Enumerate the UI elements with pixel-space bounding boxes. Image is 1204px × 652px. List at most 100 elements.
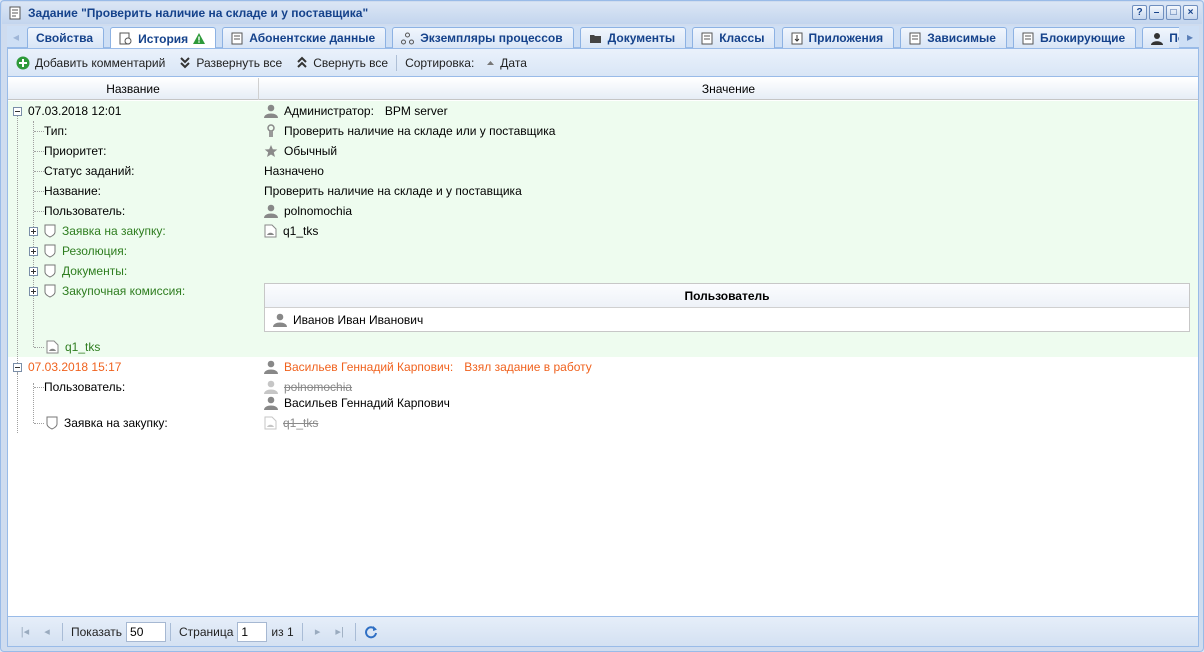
tab-blocking[interactable]: Блокирующие <box>1013 27 1137 48</box>
toolbar: Добавить комментарий Развернуть все Свер… <box>8 49 1198 77</box>
file-icon <box>264 416 277 430</box>
tab-scroll-right-icon[interactable]: ▸ <box>1181 26 1199 48</box>
history-row-purchase-request[interactable]: Заявка на закупку: q1_tks <box>8 221 1198 241</box>
tab-documents[interactable]: Документы <box>579 27 687 48</box>
tab-label: Абонентские данные <box>249 31 376 45</box>
tab-subscriber-data[interactable]: Абонентские данные <box>222 27 387 48</box>
prev-page-icon[interactable]: ◂ <box>36 622 58 642</box>
collapse-toggle-icon[interactable] <box>13 106 22 116</box>
file-icon <box>264 224 277 238</box>
history-row-priority: Приоритет: Обычный <box>8 141 1198 161</box>
history-row-date[interactable]: 07.03.2018 15:17 Васильев Геннадий Карпо… <box>8 357 1198 377</box>
tab-bar: ◂ Свойства История Абонентские данные Эк… <box>7 26 1199 48</box>
expand-toggle-icon[interactable] <box>29 246 38 256</box>
help-button[interactable]: ? <box>1132 5 1147 20</box>
pager-separator <box>170 622 172 641</box>
field-value: Проверить наличие на складе и у поставщи… <box>264 184 522 198</box>
history-row-user: Пользователь: polnomochia <box>8 201 1198 221</box>
task-icon <box>8 6 22 20</box>
field-label: Документы: <box>62 264 128 278</box>
sort-field-label: Дата <box>500 55 527 70</box>
subgrid-row[interactable]: Иванов Иван Иванович <box>265 308 1189 332</box>
pager-separator <box>301 622 303 641</box>
field-label: Пользователь: <box>44 380 126 394</box>
tab-dependent[interactable]: Зависимые <box>900 27 1007 48</box>
column-header-value[interactable]: Значение <box>259 78 1198 100</box>
field-label: Статус заданий: <box>44 164 135 178</box>
history-tree: 07.03.2018 12:01 Администратор: BPM serv… <box>8 101 1198 616</box>
expand-toggle-icon[interactable] <box>29 226 38 236</box>
entry-author-label: Администратор: <box>284 104 374 118</box>
history-row-name: Название: Проверить наличие на складе и … <box>8 181 1198 201</box>
history-row-file[interactable]: q1_tks <box>8 337 1198 357</box>
sort-label: Сортировка: <box>405 55 475 70</box>
sort-date-button[interactable]: Дата <box>486 56 527 70</box>
tab-label: Приложения <box>808 31 884 45</box>
document-icon <box>231 32 243 45</box>
last-page-icon[interactable]: ▸| <box>329 622 351 642</box>
close-button[interactable]: × <box>1183 5 1198 20</box>
minimize-button[interactable]: – <box>1149 5 1164 20</box>
expand-all-button[interactable]: Развернуть все <box>179 56 282 70</box>
expand-toggle-icon[interactable] <box>29 266 38 276</box>
history-icon <box>119 32 132 45</box>
page-number-input[interactable] <box>237 621 268 642</box>
shield-icon <box>44 244 56 258</box>
column-header-name[interactable]: Название <box>8 78 259 100</box>
entry-date: 07.03.2018 15:17 <box>28 360 122 374</box>
tabs: Свойства История Абонентские данные Экзе… <box>27 27 1179 48</box>
tab-scroll-left-icon[interactable]: ◂ <box>7 26 25 48</box>
star-icon <box>264 144 278 158</box>
tab-subscribers[interactable]: Подписчики <box>1142 27 1179 48</box>
history-row-user-new: Васильев Геннадий Карпович <box>8 393 1198 413</box>
pager-separator <box>354 622 356 641</box>
add-comment-button[interactable]: Добавить комментарий <box>16 56 165 70</box>
collapse-all-button[interactable]: Свернуть все <box>296 56 388 70</box>
user-icon <box>273 313 287 327</box>
new-value[interactable]: Васильев Геннадий Карпович <box>284 396 450 410</box>
document-icon <box>1022 32 1034 45</box>
old-value: q1_tks <box>283 416 319 430</box>
tab-attachments[interactable]: Приложения <box>781 27 895 48</box>
file-icon <box>46 340 59 354</box>
field-value[interactable]: q1_tks <box>283 224 318 238</box>
page-size-input[interactable] <box>126 621 167 642</box>
field-value[interactable]: polnomochia <box>284 204 352 218</box>
tab-properties[interactable]: Свойства <box>27 27 105 48</box>
window-titlebar[interactable]: Задание "Проверить наличие на складе и у… <box>2 2 1202 24</box>
first-page-icon[interactable]: |◂ <box>14 622 36 642</box>
add-comment-label: Добавить комментарий <box>35 55 166 70</box>
commission-subgrid: Пользователь Иванов Иван Иванович <box>264 283 1190 332</box>
maximize-button[interactable]: □ <box>1166 5 1181 20</box>
tab-history[interactable]: История <box>110 27 217 48</box>
collapse-toggle-icon[interactable] <box>13 362 22 372</box>
tab-label: Экземпляры процессов <box>420 31 563 45</box>
field-value: Назначено <box>264 164 324 178</box>
field-label: Заявка на закупку: <box>62 224 166 238</box>
entry-author: BPM server <box>384 104 448 118</box>
history-row-resolution[interactable]: Резолюция: <box>8 241 1198 261</box>
refresh-icon[interactable] <box>360 622 382 642</box>
tab-classes[interactable]: Классы <box>692 27 776 48</box>
field-label: Заявка на закупку: <box>64 416 168 430</box>
page-label: Страница <box>179 624 234 639</box>
subgrid-header-user[interactable]: Пользователь <box>265 284 1189 308</box>
sort-asc-icon <box>486 59 495 67</box>
attachment-icon <box>791 32 803 45</box>
shield-icon <box>46 416 58 430</box>
field-label: Тип: <box>44 124 68 138</box>
history-row-date[interactable]: 07.03.2018 12:01 Администратор: BPM serv… <box>8 101 1198 121</box>
expand-toggle-icon[interactable] <box>29 286 38 296</box>
next-page-icon[interactable]: ▸ <box>307 622 329 642</box>
history-row-documents[interactable]: Документы: <box>8 261 1198 281</box>
user-icon <box>264 104 278 118</box>
field-label: Название: <box>44 184 101 198</box>
expand-all-label: Развернуть все <box>196 55 283 70</box>
document-icon <box>909 32 921 45</box>
tab-process-instances[interactable]: Экземпляры процессов <box>392 27 574 48</box>
history-row-status: Статус заданий: Назначено <box>8 161 1198 181</box>
tab-label: История <box>138 31 189 46</box>
add-circle-icon <box>16 56 30 70</box>
entry-author: Васильев Геннадий Карпович: <box>284 360 454 374</box>
field-label: Резолюция: <box>62 244 128 258</box>
